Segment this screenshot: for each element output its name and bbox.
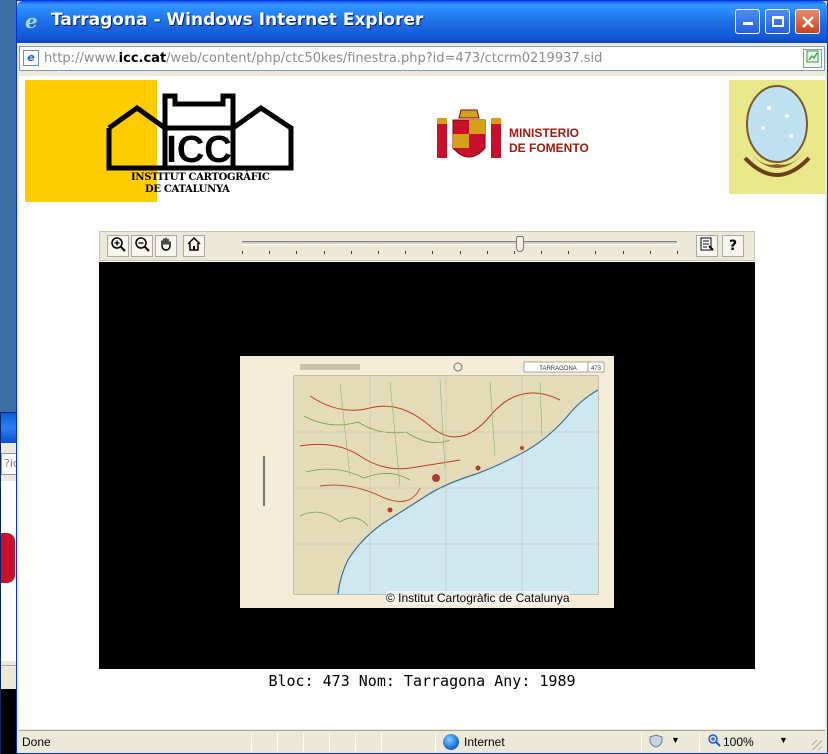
coat-of-arms-icon xyxy=(437,109,501,158)
icc-name-line1: INSTITUT CARTOGRÀFIC xyxy=(131,172,270,183)
map-viewport[interactable]: TARRAGONA 473 © Institut Cartogràfic de … xyxy=(99,262,755,669)
right-emblem xyxy=(729,80,825,194)
status-separator xyxy=(435,733,436,751)
map-copyright: © Institut Cartogràfic de Catalunya xyxy=(386,591,570,605)
background-window-emblem xyxy=(1,533,15,583)
zoom-slider-tick xyxy=(623,251,624,254)
status-separator xyxy=(303,733,304,751)
properties-icon xyxy=(700,237,714,251)
desktop: ?ic e Tarragona - Windows Internet Explo… xyxy=(0,0,828,754)
zoom-slider-tick xyxy=(269,251,270,254)
minimize-button[interactable] xyxy=(735,9,760,34)
feed-icon[interactable] xyxy=(803,49,822,68)
zoom-slider-tick xyxy=(568,251,569,254)
zoom-level-icon[interactable] xyxy=(707,733,721,750)
zoom-slider-tick xyxy=(324,251,325,254)
resize-grip[interactable] xyxy=(812,740,822,750)
status-separator xyxy=(277,733,278,751)
security-zone[interactable]: Internet xyxy=(464,735,505,749)
titlebar[interactable]: e Tarragona - Windows Internet Explorer xyxy=(17,1,827,43)
status-separator xyxy=(699,733,700,751)
zoom-slider-tick xyxy=(650,251,651,254)
window-title: Tarragona - Windows Internet Explorer xyxy=(51,10,424,30)
map-sheet-title: TARRAGONA xyxy=(539,366,577,372)
protected-mode-icon[interactable] xyxy=(647,734,665,751)
zoom-slider-thumb[interactable] xyxy=(516,236,524,252)
maximize-button[interactable] xyxy=(765,9,790,34)
zoom-out-icon xyxy=(135,237,150,252)
bird-egg-emblem-icon xyxy=(743,85,811,177)
shield-icon xyxy=(649,734,663,748)
globe-icon xyxy=(443,734,459,750)
status-text: Done xyxy=(22,735,51,749)
close-icon xyxy=(801,16,814,28)
zoom-slider-tick xyxy=(296,251,297,254)
home-icon xyxy=(187,236,201,251)
map-sheet[interactable]: TARRAGONA 473 © Institut Cartogràfic de … xyxy=(240,356,614,608)
zoom-slider-track[interactable] xyxy=(242,241,677,245)
address-bar[interactable]: e http://www.icc.cat/web/content/php/ctc… xyxy=(19,46,825,71)
map-caption: Bloc: 473 Nom: Tarragona Any: 1989 xyxy=(268,672,576,690)
zoom-slider-tick xyxy=(351,251,352,254)
page-content: ICC INSTITUT CARTOGRÀFIC DE CATALUNYA MI… xyxy=(19,76,825,729)
zoom-slider-tick xyxy=(514,251,515,254)
status-separator xyxy=(641,733,642,751)
icc-wordmark: ICC xyxy=(166,129,231,171)
map-toolbar: ? xyxy=(99,231,755,261)
magnifier-icon xyxy=(708,734,721,747)
home-button[interactable] xyxy=(183,235,205,257)
properties-button[interactable] xyxy=(696,235,718,257)
zoom-slider-tick xyxy=(378,251,379,254)
chevron-down-icon[interactable]: ▼ xyxy=(779,735,788,745)
status-separator xyxy=(251,733,252,751)
close-button[interactable] xyxy=(795,9,820,34)
ministry-name-line2: DE FOMENTO xyxy=(509,141,589,155)
page-icon: e xyxy=(23,50,39,66)
status-separator xyxy=(329,733,330,751)
zoom-slider-tick xyxy=(405,251,406,254)
zoom-in-button[interactable] xyxy=(107,235,129,257)
map-sheet-number: 473 xyxy=(591,366,602,372)
icc-logo: ICC xyxy=(106,93,294,171)
ie-logo-icon: e xyxy=(25,9,38,33)
zoom-slider-tick xyxy=(242,251,243,254)
zoom-slider-tick xyxy=(541,251,542,254)
hand-icon xyxy=(161,237,171,251)
zoom-slider-tick xyxy=(595,251,596,254)
status-separator xyxy=(355,733,356,751)
zoom-slider-tick xyxy=(677,251,678,254)
ie-window: e Tarragona - Windows Internet Explorer … xyxy=(16,0,828,754)
icc-name-line2: DE CATALUNYA xyxy=(145,184,230,195)
zoom-slider-tick xyxy=(487,251,488,254)
help-button[interactable]: ? xyxy=(722,235,744,257)
chevron-down-icon[interactable]: ▼ xyxy=(671,735,680,745)
zoom-in-icon xyxy=(111,237,126,252)
maximize-icon xyxy=(771,16,784,27)
zoom-out-button[interactable] xyxy=(131,235,153,257)
minimize-icon xyxy=(742,22,753,25)
zoom-slider-tick xyxy=(460,251,461,254)
zoom-level[interactable]: 100% xyxy=(723,735,754,749)
status-bar: Done Internet ▼ 100% ▼ xyxy=(19,730,825,752)
ministry-name-line1: MINISTERIO xyxy=(509,126,580,140)
url-field[interactable]: http://www.icc.cat/web/content/php/ctc50… xyxy=(44,51,602,66)
topographic-map: TARRAGONA 473 xyxy=(240,356,614,608)
zoom-slider-tick xyxy=(432,251,433,254)
pan-button[interactable] xyxy=(155,235,177,257)
status-separator xyxy=(381,733,382,751)
feed-glyph xyxy=(806,50,819,63)
